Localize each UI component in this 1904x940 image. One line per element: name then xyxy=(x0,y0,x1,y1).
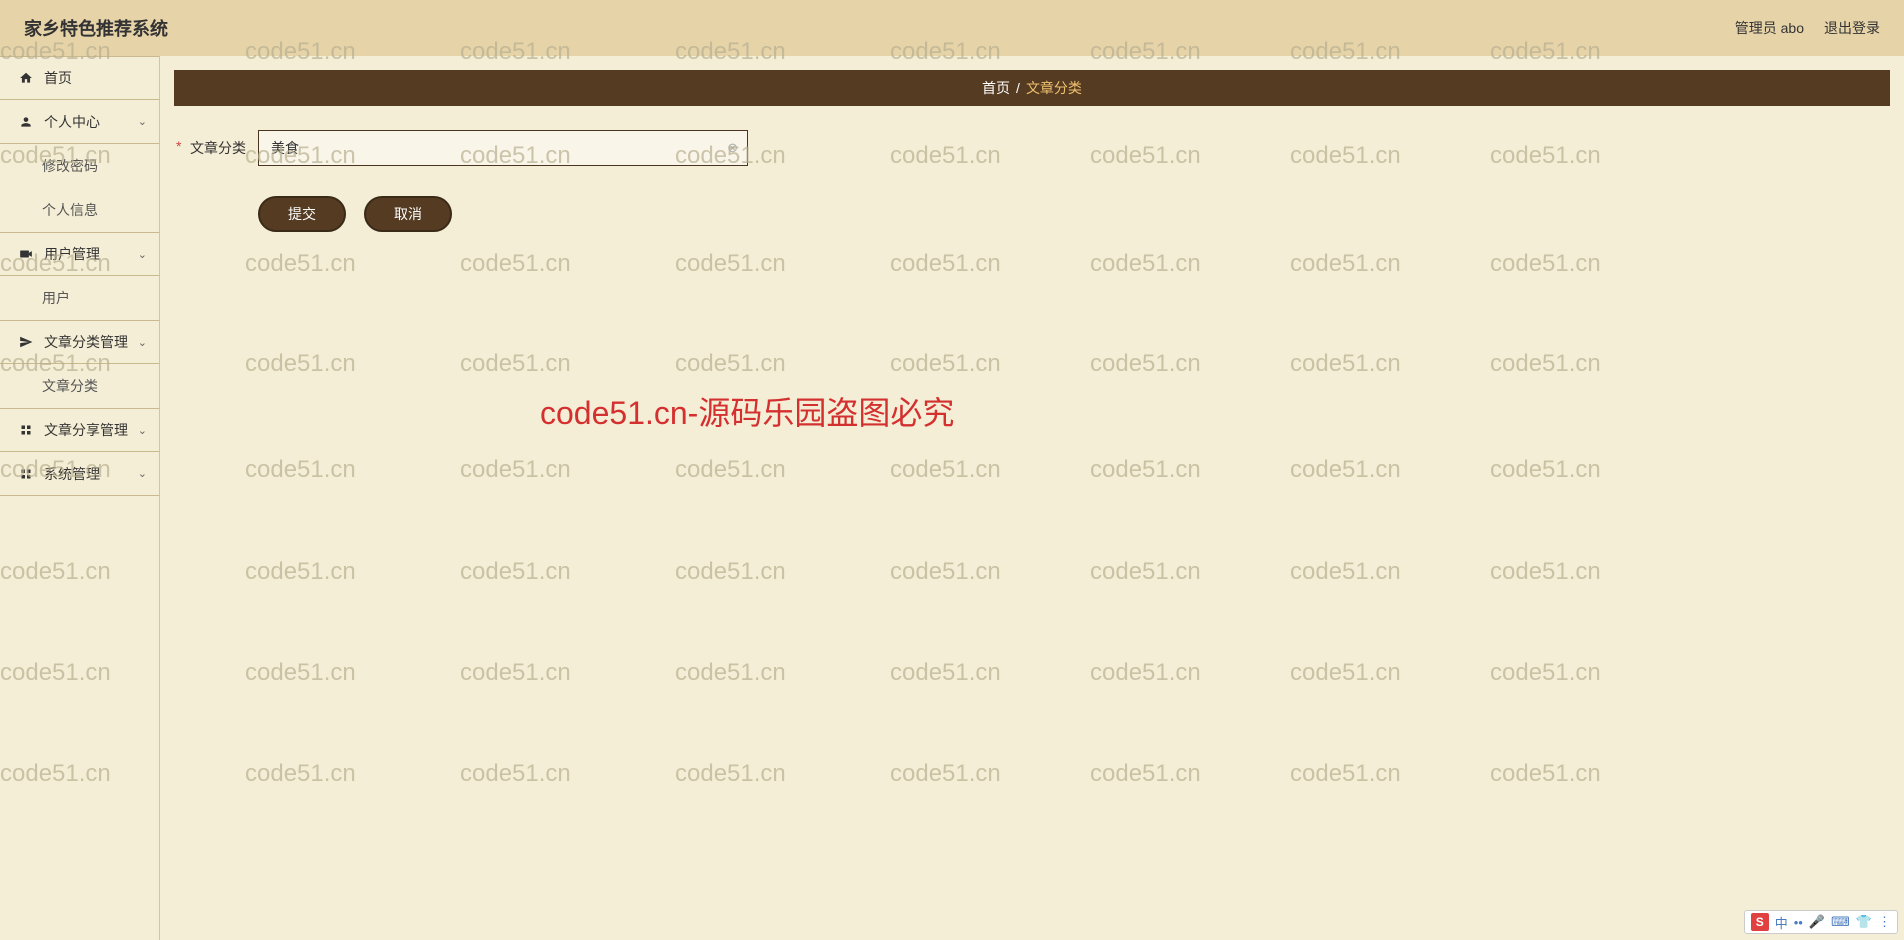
header-right: 管理员 abo 退出登录 xyxy=(1735,18,1880,38)
sidebar-item-home[interactable]: 首页 xyxy=(0,56,159,100)
sidebar-sub-article-cat[interactable]: 文章分类 xyxy=(0,364,159,408)
form-label-category: 文章分类 xyxy=(186,138,246,158)
chevron-down-icon: ⌄ xyxy=(138,424,147,437)
sidebar-label: 用户管理 xyxy=(44,244,100,264)
ime-punct-icon[interactable]: •• xyxy=(1794,915,1803,930)
form-area: 文章分类 ⊗ 提交 取消 xyxy=(174,106,1890,256)
admin-label[interactable]: 管理员 abo xyxy=(1735,18,1804,38)
sidebar-label: 文章分享管理 xyxy=(44,420,128,440)
user-icon xyxy=(18,114,34,130)
cancel-button[interactable]: 取消 xyxy=(364,196,452,232)
send-icon xyxy=(18,334,34,350)
sidebar-label: 系统管理 xyxy=(44,464,100,484)
sidebar-item-system-mgmt[interactable]: 系统管理 ⌄ xyxy=(0,452,159,496)
chevron-down-icon: ⌄ xyxy=(138,248,147,261)
sidebar-item-article-share-mgmt[interactable]: 文章分享管理 ⌄ xyxy=(0,408,159,452)
ime-menu-icon[interactable]: ⋮ xyxy=(1878,914,1891,930)
app-title: 家乡特色推荐系统 xyxy=(24,15,168,41)
sidebar-sub-change-password[interactable]: 修改密码 xyxy=(0,144,159,188)
breadcrumb-home[interactable]: 首页 xyxy=(982,78,1010,98)
home-icon xyxy=(18,70,34,86)
clear-icon[interactable]: ⊗ xyxy=(727,140,738,156)
sidebar-item-user-mgmt[interactable]: 用户管理 ⌄ xyxy=(0,232,159,276)
camera-icon xyxy=(18,246,34,262)
ime-lang[interactable]: 中 xyxy=(1775,913,1788,932)
ime-keyboard-icon[interactable]: ⌨ xyxy=(1831,914,1850,930)
sidebar-label: 文章分类管理 xyxy=(44,332,128,352)
category-input[interactable] xyxy=(258,130,748,166)
breadcrumb-separator: / xyxy=(1016,80,1020,96)
chevron-down-icon: ⌄ xyxy=(138,336,147,349)
grid-icon xyxy=(18,422,34,438)
form-row-category: 文章分类 ⊗ xyxy=(186,130,1878,166)
ime-mic-icon[interactable]: 🎤 xyxy=(1809,914,1825,930)
sidebar-sub-user[interactable]: 用户 xyxy=(0,276,159,320)
ime-toolbar[interactable]: S 中 •• 🎤 ⌨ 👕 ⋮ xyxy=(1744,910,1898,934)
chevron-down-icon: ⌄ xyxy=(138,115,147,128)
input-wrapper: ⊗ xyxy=(258,130,748,166)
button-row: 提交 取消 xyxy=(186,196,1878,232)
main-content: 首页 / 文章分类 文章分类 ⊗ 提交 取消 xyxy=(160,56,1904,940)
sidebar-sub-personal-info[interactable]: 个人信息 xyxy=(0,188,159,232)
ime-logo-icon: S xyxy=(1751,913,1769,931)
sidebar-label: 首页 xyxy=(44,68,72,88)
sidebar-item-personal[interactable]: 个人中心 ⌄ xyxy=(0,100,159,144)
sidebar-label: 个人中心 xyxy=(44,112,100,132)
breadcrumb-current: 文章分类 xyxy=(1026,78,1082,98)
logout-link[interactable]: 退出登录 xyxy=(1824,18,1880,38)
grid-icon xyxy=(18,466,34,482)
chevron-down-icon: ⌄ xyxy=(138,467,147,480)
ime-settings-icon[interactable]: 👕 xyxy=(1856,914,1872,930)
header: 家乡特色推荐系统 管理员 abo 退出登录 xyxy=(0,0,1904,56)
submit-button[interactable]: 提交 xyxy=(258,196,346,232)
breadcrumb: 首页 / 文章分类 xyxy=(174,70,1890,106)
sidebar: 首页 个人中心 ⌄ 修改密码 个人信息 用户管理 ⌄ 用户 文章分类管理 ⌄ 文… xyxy=(0,56,160,940)
sidebar-item-article-cat-mgmt[interactable]: 文章分类管理 ⌄ xyxy=(0,320,159,364)
